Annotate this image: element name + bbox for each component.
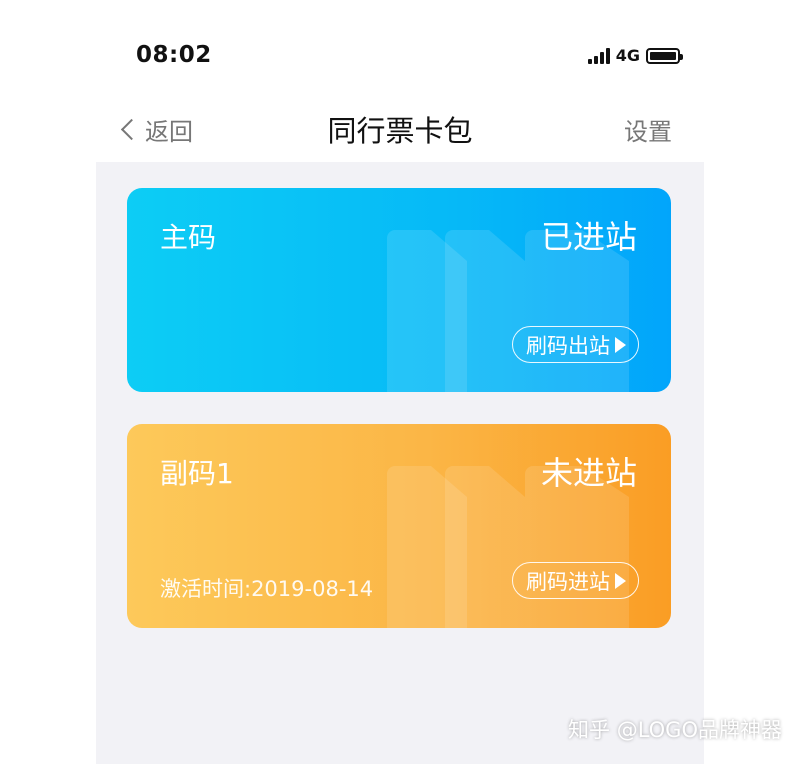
watermark: 知乎 @LOGO品牌神器 (568, 718, 782, 742)
scan-entry-button[interactable]: 刷码进站 (512, 562, 639, 599)
card-status: 未进站 (540, 454, 637, 492)
main-code-card[interactable]: 主码 已进站 刷码出站 (127, 188, 671, 392)
battery-level (650, 51, 676, 60)
activation-date: 激活时间:2019-08-14 (160, 577, 374, 601)
play-icon (615, 337, 626, 353)
network-type: 4G (615, 46, 640, 65)
card-status: 已进站 (540, 218, 637, 256)
scan-entry-label: 刷码进站 (526, 569, 610, 594)
scan-exit-button[interactable]: 刷码出站 (512, 326, 639, 363)
settings-button[interactable]: 设置 (624, 112, 672, 147)
card-decoration (445, 466, 525, 628)
scan-exit-label: 刷码出站 (526, 333, 610, 358)
card-title: 副码1 (160, 457, 234, 490)
signal-icon (587, 47, 610, 64)
play-icon (615, 573, 626, 589)
sub-code-card[interactable]: 副码1 未进站 激活时间:2019-08-14 刷码进站 (127, 424, 671, 628)
battery-icon (646, 47, 683, 64)
card-list: 主码 已进站 刷码出站 副码1 未进站 激活时间:2019-08-14 刷码进站 (96, 162, 704, 764)
status-time: 08:02 (136, 42, 212, 68)
status-indicators: 4G (587, 46, 683, 65)
card-decoration (445, 230, 525, 392)
page-title: 同行票卡包 (327, 114, 473, 148)
card-title: 主码 (160, 221, 217, 254)
